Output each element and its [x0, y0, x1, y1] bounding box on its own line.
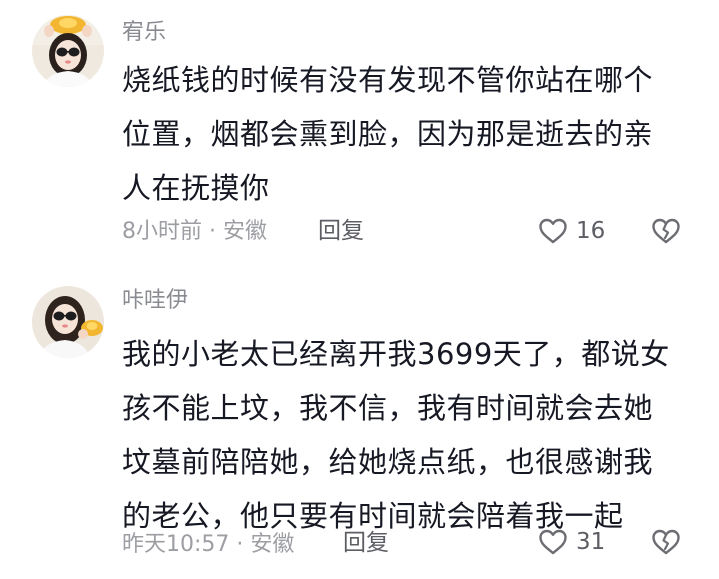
comment-text-line: 坟墓前陪陪她，给她烧点纸，也很感谢我	[122, 445, 654, 479]
comment-text: 我的小老太已经离开我3699天了，都说女 孩不能上坟，我不信，我有时间就会去她 …	[122, 327, 687, 543]
heart-outline-icon	[539, 218, 567, 244]
avatar[interactable]	[32, 286, 104, 358]
comment-text-line: 我的小老太已经离开我3699天了，都说女	[122, 337, 670, 371]
like-count: 31	[576, 528, 606, 555]
avatar-image	[32, 286, 104, 358]
dislike-button[interactable]	[650, 215, 682, 247]
comment-item: 宥乐 烧纸钱的时候有没有发现不管你站在哪个 位置，烟都会熏到脸，因为那是逝去的亲…	[0, 0, 719, 268]
dislike-button[interactable]	[650, 526, 682, 558]
broken-heart-outline-icon	[652, 529, 680, 555]
comment-username[interactable]: 宥乐	[122, 22, 166, 44]
comment-text-line: 人在抚摸你	[122, 171, 270, 205]
like-count: 16	[576, 217, 606, 244]
comment-text-line: 孩不能上坟，我不信，我有时间就会去她	[122, 391, 654, 425]
heart-outline-icon	[539, 529, 567, 555]
reply-button[interactable]: 回复	[318, 220, 364, 243]
reply-button[interactable]: 回复	[343, 532, 389, 555]
broken-heart-outline-icon	[652, 218, 680, 244]
comment-item: 咔哇伊 我的小老太已经离开我3699天了，都说女 孩不能上坟，我不信，我有时间就…	[0, 268, 719, 579]
comment-text-line: 位置，烟都会熏到脸，因为那是逝去的亲	[122, 117, 654, 151]
like-button[interactable]: 16	[537, 215, 605, 247]
comment-text-line: 烧纸钱的时候有没有发现不管你站在哪个	[122, 63, 654, 97]
avatar[interactable]	[32, 15, 104, 87]
comment-username[interactable]: 咔哇伊	[122, 290, 188, 312]
avatar-image	[32, 15, 104, 87]
like-button[interactable]: 31	[537, 526, 605, 558]
comment-meta: 昨天10:57 · 安徽	[122, 532, 295, 557]
comment-text: 烧纸钱的时候有没有发现不管你站在哪个 位置，烟都会熏到脸，因为那是逝去的亲 人在…	[122, 53, 687, 215]
comment-meta: 8小时前 · 安徽	[122, 219, 267, 244]
